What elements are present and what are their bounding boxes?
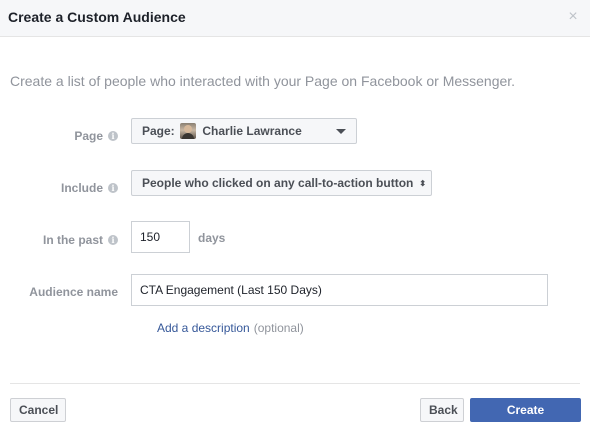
past-label-text: In the past	[42, 232, 103, 247]
cancel-button[interactable]: Cancel	[10, 398, 66, 422]
info-icon[interactable]: i	[108, 130, 118, 141]
dialog-title: Create a Custom Audience	[8, 9, 186, 25]
avatar	[180, 122, 197, 139]
audience-name-input[interactable]	[131, 274, 548, 306]
page-select-value: Charlie Lawrance	[202, 124, 302, 138]
updown-arrows-icon: ⬍	[419, 178, 427, 188]
chevron-down-icon	[336, 129, 346, 134]
create-custom-audience-dialog: Create a Custom Audience × Create a list…	[0, 0, 590, 429]
page-select-prefix: Page:	[142, 124, 175, 138]
page-select[interactable]: Page: Charlie Lawrance	[131, 118, 357, 144]
days-suffix: days	[198, 231, 226, 245]
optional-hint: (optional)	[253, 321, 304, 335]
include-select[interactable]: People who clicked on any call-to-action…	[131, 170, 432, 196]
audience-name-field-label: Audience name	[18, 284, 118, 299]
add-description-link[interactable]: Add a description	[157, 321, 250, 335]
create-audience-button[interactable]: Create Audience	[470, 398, 581, 429]
page-field-label: Page i	[18, 128, 118, 143]
past-field-label: In the past i	[18, 232, 118, 247]
dialog-intro-text: Create a list of people who interacted w…	[10, 73, 516, 89]
page-label-text: Page	[74, 128, 103, 143]
add-description-row: Add a description (optional)	[157, 321, 304, 335]
include-select-value: People who clicked on any call-to-action…	[142, 176, 414, 190]
info-icon[interactable]: i	[108, 182, 118, 193]
audience-name-label-text: Audience name	[29, 284, 118, 299]
dialog-header: Create a Custom Audience ×	[0, 0, 590, 37]
back-button[interactable]: Back	[420, 398, 464, 422]
close-icon[interactable]: ×	[566, 9, 580, 25]
days-input[interactable]	[131, 221, 190, 253]
info-icon[interactable]: i	[108, 234, 118, 245]
include-label-text: Include	[60, 180, 103, 195]
include-field-label: Include i	[18, 180, 118, 195]
footer-divider	[10, 383, 580, 384]
